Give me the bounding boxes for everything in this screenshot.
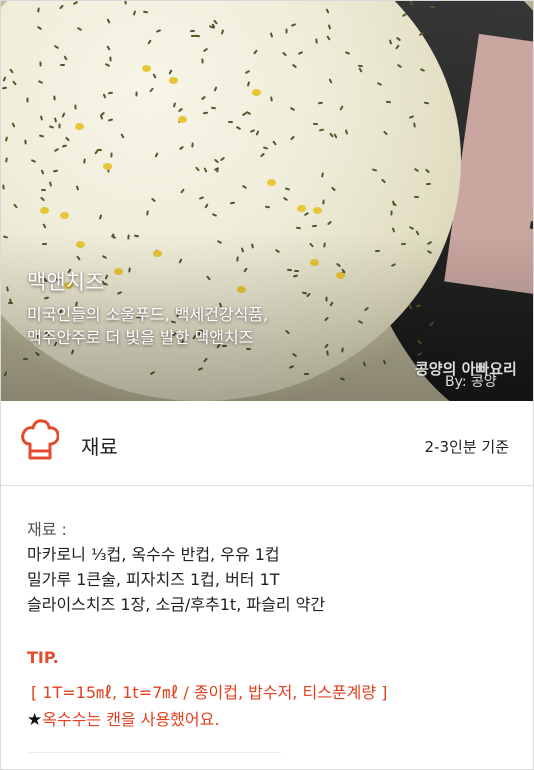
parsley-fleck <box>58 123 61 129</box>
parsley-fleck <box>227 120 234 124</box>
parsley-fleck <box>390 210 393 216</box>
parsley-fleck <box>74 104 77 110</box>
corn-kernel <box>40 207 49 214</box>
parsley-fleck <box>413 195 420 199</box>
subtitle-line: 맥주안주로 더 빛을 발한 맥앤치즈 <box>27 328 254 347</box>
corn-kernel <box>252 89 261 96</box>
servings-label: 2-3인분 기준 <box>424 438 509 456</box>
parsley-fleck <box>425 182 432 186</box>
parsley-fleck <box>135 91 138 97</box>
recipe-card: MNOPL 맥앤치즈 미국인들의 소울푸드, 백세건강식품, 맥주안주로 더 빛… <box>0 0 534 770</box>
star-icon: ★ <box>27 710 43 730</box>
corn-kernel <box>297 205 306 212</box>
materials-list: 마카로니 ⅓컵, 옥수수 반컵, 우유 1컵 밀가루 1큰술, 피자치즈 1컵,… <box>27 542 325 617</box>
parsley-fleck <box>26 97 29 103</box>
tip-measurement-note: [ 1T=15㎖, 1t=7㎖ / 종이컵, 밥수저, 티스푼계량 ] <box>31 683 388 702</box>
corn-kernel <box>60 212 69 219</box>
parsley-fleck <box>40 188 47 192</box>
parsley-fleck <box>39 61 42 67</box>
parsley-fleck <box>189 29 196 33</box>
parsley-fleck <box>385 100 392 104</box>
chef-hat-icon <box>21 419 59 460</box>
corn-kernel <box>103 163 112 170</box>
materials-label: 재료 : <box>27 520 67 539</box>
hero-photo: MNOPL 맥앤치즈 미국인들의 소울푸드, 백세건강식품, 맥주안주로 더 빛… <box>1 1 533 401</box>
parsley-fleck <box>124 1 127 5</box>
ingredients-body: 재료 : 마카로니 ⅓컵, 옥수수 반컵, 우유 1컵 밀가루 1큰술, 피자치… <box>1 486 533 769</box>
parsley-fleck <box>201 58 204 64</box>
corn-kernel <box>267 179 276 186</box>
ingredients-header: 재료 2-3인분 기준 <box>1 401 533 486</box>
author-byline: By: 콩양 <box>445 374 497 390</box>
recipe-title: 맥앤치즈 <box>27 270 105 294</box>
parsley-fleck <box>109 56 112 62</box>
tip-corn-text: 옥수수는 캔을 사용했어요. <box>42 710 220 729</box>
parsley-fleck <box>312 122 319 126</box>
corn-kernel <box>169 77 178 84</box>
parsley-fleck <box>24 139 27 145</box>
parsley-fleck <box>429 5 436 9</box>
tip-corn-note: ★옥수수는 캔을 사용했어요. <box>27 706 219 730</box>
corn-kernel <box>142 65 151 72</box>
parsley-fleck <box>110 152 113 158</box>
parsley-fleck <box>60 64 65 66</box>
materials-line: 밀가루 1큰술, 피자치즈 1컵, 버터 1T <box>27 570 280 589</box>
parsley-fleck <box>53 95 56 101</box>
parsley-fleck <box>96 148 103 152</box>
recipe-subtitle: 미국인들의 소울푸드, 백세건강식품, 맥주안주로 더 빛을 발한 맥앤치즈 <box>27 303 367 349</box>
materials-line: 슬라이스치즈 1장, 소금/후추1t, 파슬리 약간 <box>27 595 326 614</box>
corn-kernel <box>178 116 187 123</box>
parsley-fleck <box>285 28 288 34</box>
materials-line: 마카로니 ⅓컵, 옥수수 반컵, 우유 1컵 <box>27 545 280 564</box>
divider <box>29 752 281 753</box>
ingredients-title: 재료 <box>81 435 118 459</box>
parsley-fleck <box>322 199 325 205</box>
corn-kernel <box>75 123 84 130</box>
parsley-fleck <box>190 34 197 38</box>
corn-kernel <box>313 207 322 214</box>
subtitle-line: 미국인들의 소울푸드, 백세건강식품, <box>27 305 269 324</box>
tip-label: TIP. <box>27 648 59 667</box>
